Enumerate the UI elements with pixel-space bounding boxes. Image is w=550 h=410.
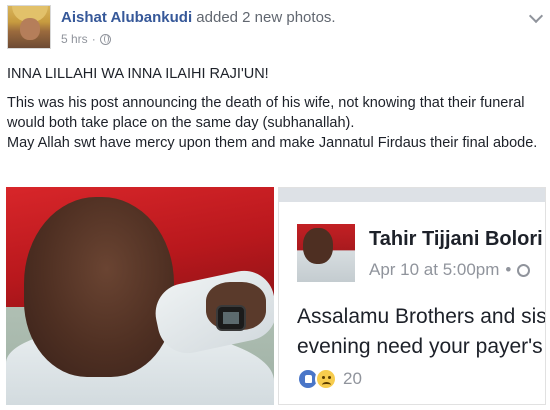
sad-icon [315, 368, 337, 390]
reaction-count: 20 [343, 369, 362, 388]
screenshot-top-strip [279, 188, 545, 202]
shared-post-meta: Apr 10 at 5:00pm • [369, 260, 531, 280]
globe-icon [517, 263, 531, 277]
shared-author-avatar [297, 224, 355, 282]
author-avatar[interactable] [7, 5, 51, 49]
wristwatch-icon [216, 305, 246, 331]
post-paragraph-2: This was his post announcing the death o… [7, 95, 525, 131]
photo-grid: Tahir Tijjani Bolori Apr 10 at 5:00pm • … [6, 187, 546, 405]
shared-meta-separator: • [505, 260, 512, 279]
shared-post-text: Assalamu Brothers and sis evening need y… [297, 302, 546, 362]
post-timestamp[interactable]: 5 hrs [61, 32, 88, 46]
post-meta: 5 hrs · [61, 32, 111, 46]
mini-avatar-head [303, 228, 333, 264]
post-body: INNA LILLAHI WA INNA ILAIHI RAJI'UN! Thi… [7, 64, 543, 162]
photo-1[interactable] [6, 187, 274, 405]
post-paragraph-3: May Allah swt have mercy upon them and m… [7, 135, 538, 151]
meta-separator: · [91, 32, 96, 46]
shared-post-date: Apr 10 at 5:00pm [369, 260, 500, 279]
chevron-down-icon[interactable] [528, 8, 544, 24]
post-line-1: INNA LILLAHI WA INNA ILAIHI RAJI'UN! [7, 66, 269, 82]
photo-person-head [24, 197, 174, 377]
shared-text-line-1: Assalamu Brothers and sis [297, 305, 546, 328]
shared-text-line-2: evening need your payer's [297, 335, 543, 358]
photo-2-shared-post-screenshot[interactable]: Tahir Tijjani Bolori Apr 10 at 5:00pm • … [278, 187, 546, 405]
reactions-bar: 20 [297, 368, 362, 390]
globe-icon[interactable] [99, 33, 111, 45]
author-line: Aishat Alubankudi added 2 new photos. [61, 9, 336, 26]
post-action-text: added 2 new photos. [196, 9, 336, 26]
post-header: Aishat Alubankudi added 2 new photos. 5 … [7, 5, 547, 51]
avatar-face [20, 18, 40, 40]
shared-author-name: Tahir Tijjani Bolori [369, 228, 543, 250]
author-name-link[interactable]: Aishat Alubankudi [61, 9, 192, 26]
